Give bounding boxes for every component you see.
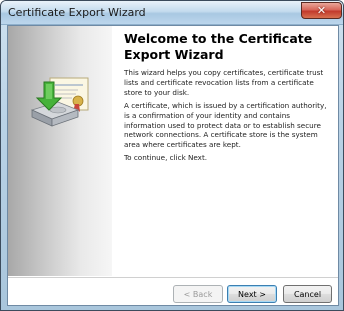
window-title: Certificate Export Wizard: [8, 6, 146, 19]
wizard-content: Welcome to the Certificate Export Wizard…: [124, 26, 334, 276]
wizard-client-area: Welcome to the Certificate Export Wizard…: [7, 25, 339, 306]
continue-instruction: To continue, click Next.: [124, 153, 208, 162]
close-button[interactable]: ✕: [301, 2, 342, 19]
wizard-side-panel: [8, 26, 112, 276]
back-button[interactable]: < Back: [173, 285, 223, 303]
close-icon: ✕: [316, 4, 327, 17]
button-divider: [8, 277, 338, 278]
intro-paragraph: This wizard helps you copy certificates,…: [124, 68, 324, 97]
certificate-export-icon: [30, 77, 89, 127]
next-button[interactable]: Next >: [227, 285, 277, 303]
title-bar[interactable]: Certificate Export Wizard ✕: [1, 1, 343, 25]
certificate-description-paragraph: A certificate, which is issued by a cert…: [124, 101, 327, 150]
wizard-window: Certificate Export Wizard ✕ Welcome to t…: [0, 0, 344, 311]
cancel-button[interactable]: Cancel: [283, 285, 332, 303]
wizard-heading: Welcome to the Certificate Export Wizard: [124, 31, 313, 62]
